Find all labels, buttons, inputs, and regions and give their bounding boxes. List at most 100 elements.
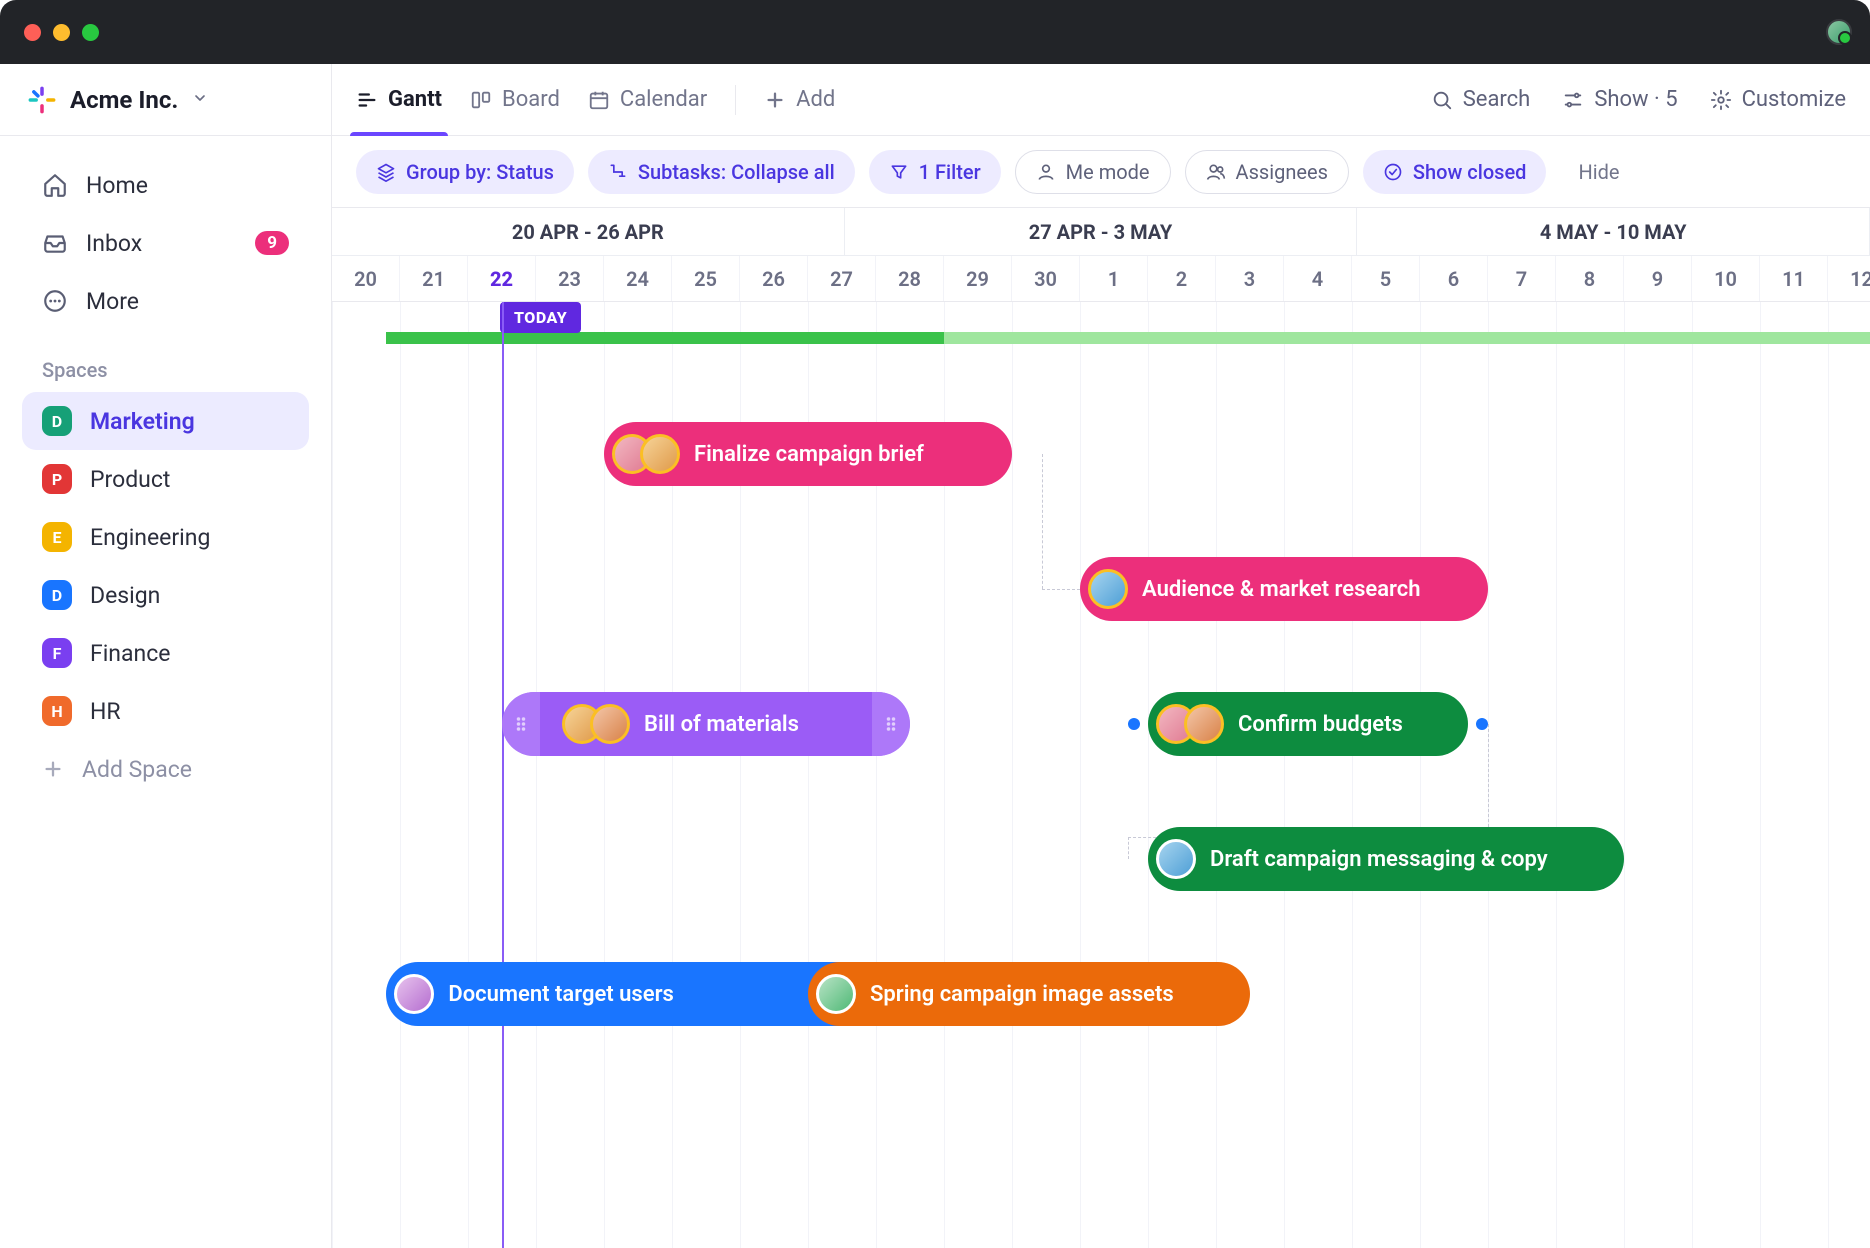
show-closed-pill[interactable]: Show closed (1363, 150, 1547, 194)
day-header[interactable]: 21 (400, 256, 468, 301)
day-header[interactable]: 9 (1624, 256, 1692, 301)
today-badge: TODAY (500, 302, 581, 333)
customize-label: Customize (1742, 87, 1846, 112)
gridline (1828, 302, 1829, 1248)
filter-pill[interactable]: 1 Filter (869, 150, 1001, 194)
more-icon (42, 288, 68, 314)
day-header[interactable]: 12 (1828, 256, 1870, 301)
gantt-chart-area[interactable]: Finalize campaign brief Audience & market… (332, 302, 1870, 1248)
sidebar-space-hr[interactable]: H HR (22, 682, 309, 740)
customize-button[interactable]: Customize (1710, 87, 1846, 112)
day-header[interactable]: 27 (808, 256, 876, 301)
gantt-task-bar[interactable]: Confirm budgets (1148, 692, 1468, 756)
task-label: Confirm budgets (1238, 712, 1403, 737)
avatar (1184, 704, 1224, 744)
window-zoom-button[interactable] (82, 24, 99, 41)
me-mode-pill[interactable]: Me mode (1015, 150, 1171, 194)
avatar (816, 974, 856, 1014)
search-icon (1431, 89, 1453, 111)
gantt-timeline[interactable]: 20 APR - 26 APR27 APR - 3 MAY4 MAY - 10 … (332, 208, 1870, 1248)
gridline (1692, 302, 1693, 1248)
gridline (1624, 302, 1625, 1248)
day-header[interactable]: 4 (1284, 256, 1352, 301)
group-by-pill[interactable]: Group by: Status (356, 150, 574, 194)
sidebar-space-product[interactable]: P Product (22, 450, 309, 508)
today-line (502, 302, 504, 1248)
tab-gantt[interactable]: Gantt (356, 64, 442, 136)
assignee-avatars (394, 974, 434, 1014)
space-name: Product (90, 466, 170, 493)
day-header[interactable]: 22 (468, 256, 536, 301)
sidebar-space-design[interactable]: DDesign (22, 566, 309, 624)
gridline (536, 302, 537, 1248)
nav-more[interactable]: More (22, 272, 309, 330)
space-name: HR (90, 698, 121, 725)
gantt-task-bar[interactable]: Draft campaign messaging & copy (1148, 827, 1624, 891)
day-header[interactable]: 5 (1352, 256, 1420, 301)
day-header[interactable]: 24 (604, 256, 672, 301)
gridline (1760, 302, 1761, 1248)
dependency-line (1042, 454, 1043, 589)
board-icon (470, 89, 492, 111)
space-badge: D (42, 406, 72, 436)
sidebar-space-marketing[interactable]: DMarketing (22, 392, 309, 450)
day-header[interactable]: 8 (1556, 256, 1624, 301)
day-header[interactable]: 23 (536, 256, 604, 301)
assignee-avatars (562, 704, 630, 744)
space-badge: D (42, 580, 72, 610)
day-header[interactable]: 20 (332, 256, 400, 301)
gantt-task-bar[interactable]: Bill of materials (502, 692, 910, 756)
gantt-task-bar[interactable]: Spring campaign image assets (808, 962, 1250, 1026)
user-avatar[interactable] (1826, 19, 1852, 45)
assignees-label: Assignees (1236, 160, 1328, 184)
space-badge: P (42, 464, 72, 494)
tab-calendar[interactable]: Calendar (588, 64, 707, 136)
subtasks-pill[interactable]: Subtasks: Collapse all (588, 150, 855, 194)
search-button[interactable]: Search (1431, 87, 1531, 112)
workspace-switcher[interactable]: Acme Inc. (0, 64, 331, 136)
drag-handle-right[interactable] (872, 692, 910, 756)
day-header[interactable]: 7 (1488, 256, 1556, 301)
gantt-task-bar[interactable]: Finalize campaign brief (604, 422, 1012, 486)
week-header: 20 APR - 26 APR (332, 208, 845, 255)
assignee-avatars (612, 434, 680, 474)
gridline (1012, 302, 1013, 1248)
tab-add-label: Add (796, 87, 835, 112)
tab-add-view[interactable]: Add (764, 64, 835, 136)
add-space-button[interactable]: Add Space (22, 740, 309, 798)
assignees-pill[interactable]: Assignees (1185, 150, 1349, 194)
task-label: Audience & market research (1142, 577, 1421, 602)
nav-home[interactable]: Home (22, 156, 309, 214)
show-button[interactable]: Show · 5 (1562, 87, 1677, 112)
hide-toolbar-link[interactable]: Hide (1578, 160, 1619, 184)
day-header[interactable]: 28 (876, 256, 944, 301)
gantt-task-bar[interactable]: Document target users (386, 962, 876, 1026)
sidebar-space-engineering[interactable]: EEngineering (22, 508, 309, 566)
nav-inbox[interactable]: Inbox 9 (22, 214, 309, 272)
drag-handle-left[interactable] (502, 692, 540, 756)
avatar (590, 704, 630, 744)
day-header[interactable]: 2 (1148, 256, 1216, 301)
day-header[interactable]: 3 (1216, 256, 1284, 301)
dependency-dot[interactable] (1128, 718, 1140, 730)
day-header[interactable]: 6 (1420, 256, 1488, 301)
day-header[interactable]: 30 (1012, 256, 1080, 301)
day-header[interactable]: 1 (1080, 256, 1148, 301)
chevron-down-icon (192, 90, 208, 110)
space-badge: F (42, 638, 72, 668)
day-header[interactable]: 25 (672, 256, 740, 301)
day-header[interactable]: 11 (1760, 256, 1828, 301)
space-badge: H (42, 696, 72, 726)
sidebar: Acme Inc. Home Inbox 9 More Spaces DMark… (0, 64, 332, 1248)
app-logo-icon (28, 86, 56, 114)
gantt-task-bar[interactable]: Audience & market research (1080, 557, 1488, 621)
sidebar-space-finance[interactable]: F Finance (22, 624, 309, 682)
tab-board[interactable]: Board (470, 64, 560, 136)
day-header[interactable]: 10 (1692, 256, 1760, 301)
window-close-button[interactable] (24, 24, 41, 41)
dependency-dot[interactable] (1476, 718, 1488, 730)
day-header[interactable]: 26 (740, 256, 808, 301)
space-name: Finance (90, 640, 170, 667)
window-minimize-button[interactable] (53, 24, 70, 41)
day-header[interactable]: 29 (944, 256, 1012, 301)
